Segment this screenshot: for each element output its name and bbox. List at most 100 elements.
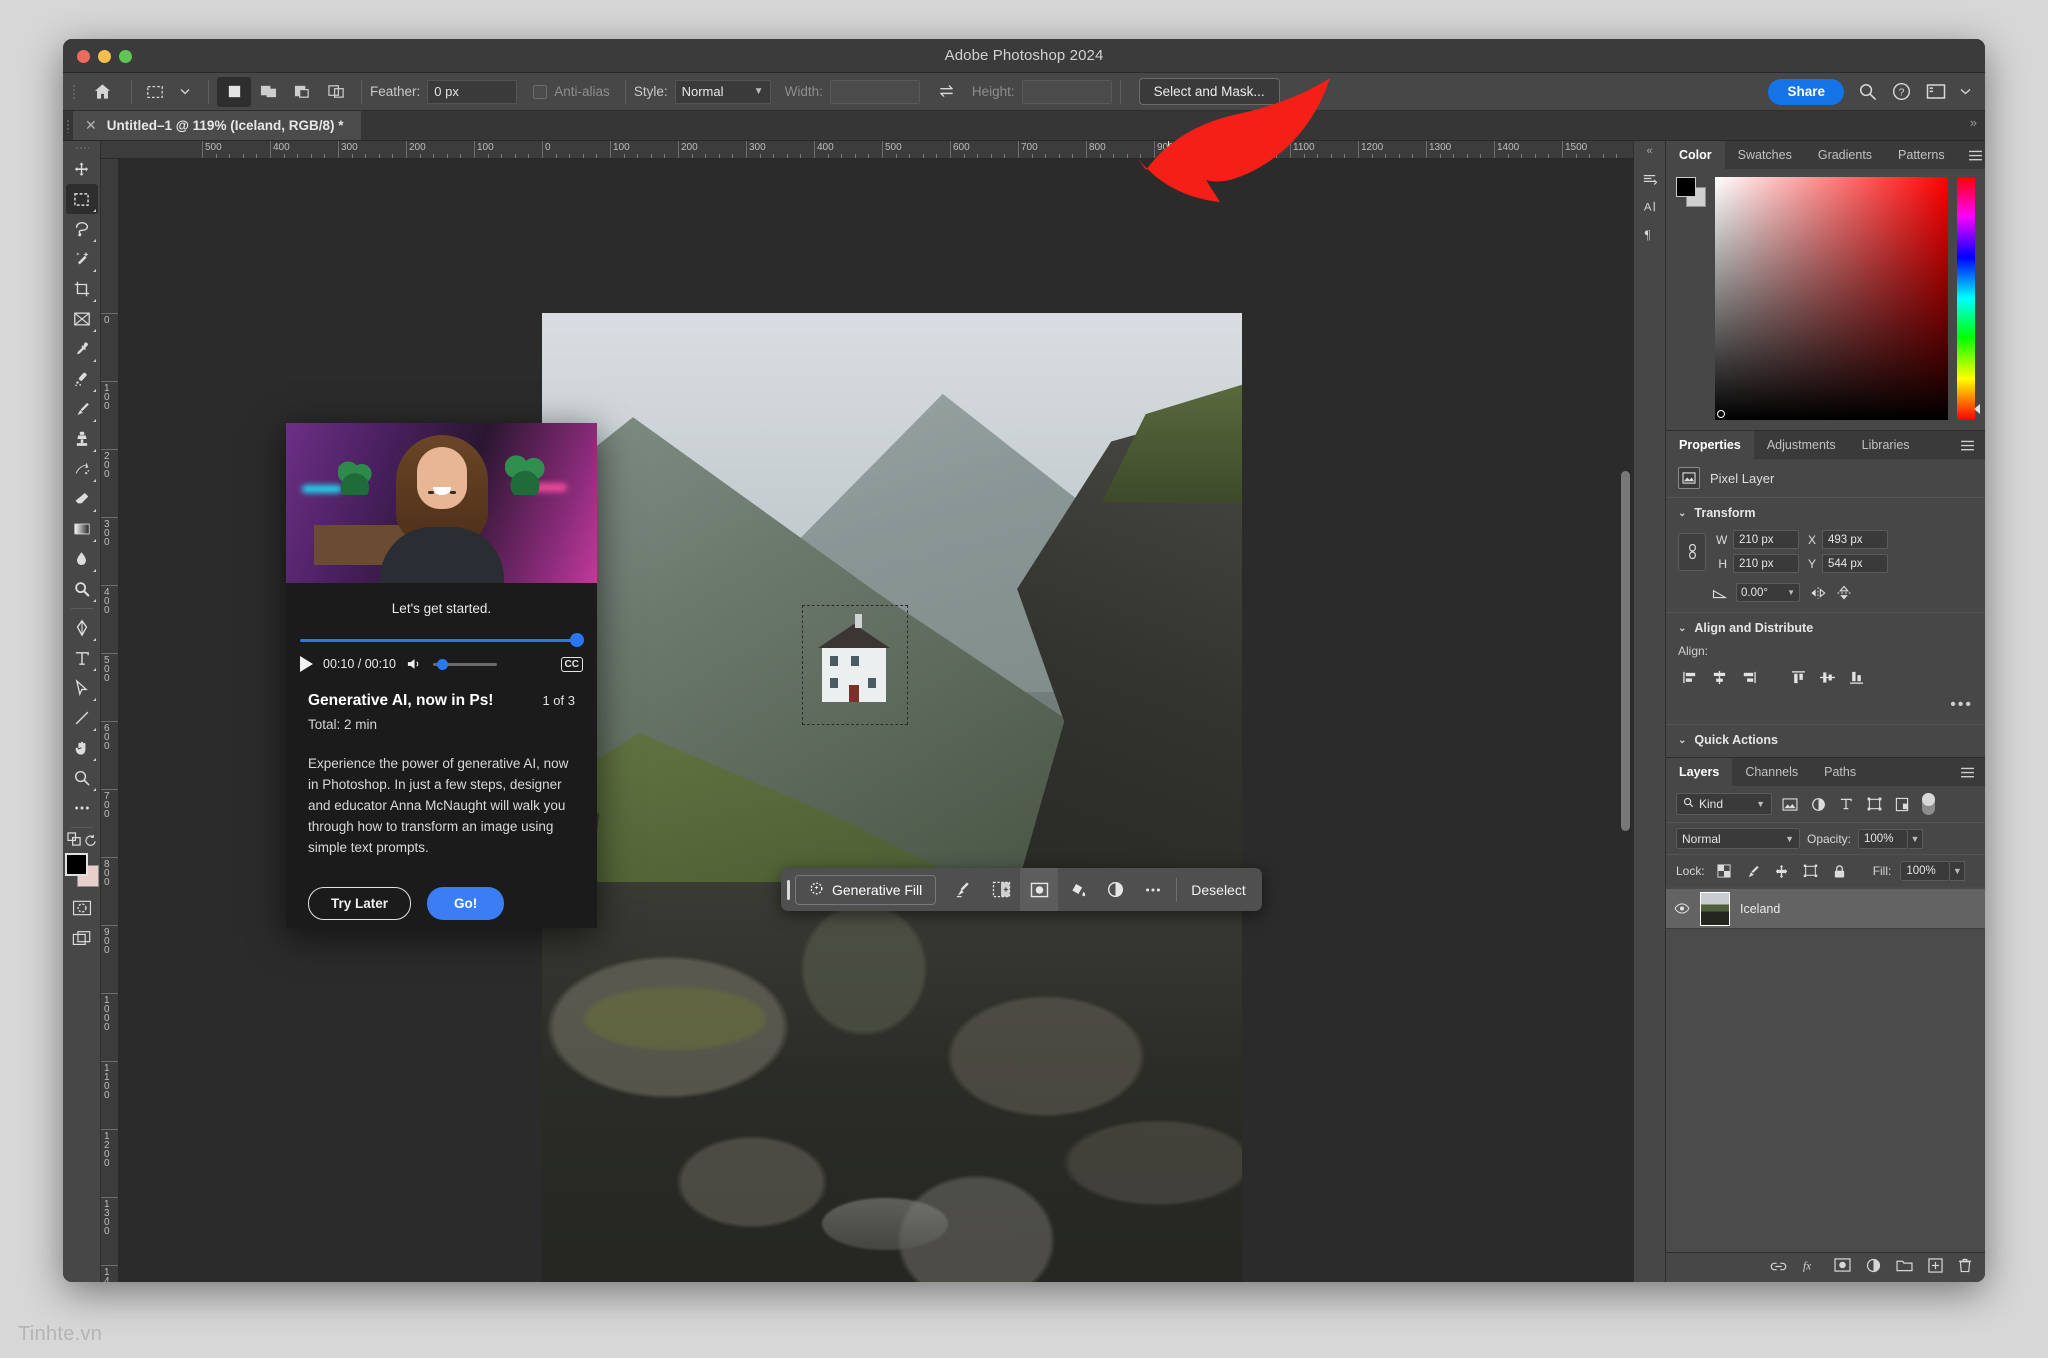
swap-dimensions-icon[interactable] bbox=[932, 77, 962, 107]
object-selection-tool[interactable] bbox=[66, 244, 98, 274]
anti-alias-checkbox[interactable] bbox=[533, 84, 548, 99]
align-section-header[interactable]: ⌄ Align and Distribute bbox=[1678, 621, 1973, 635]
filter-type-icon[interactable] bbox=[1836, 797, 1856, 811]
new-group-icon[interactable] bbox=[1896, 1258, 1913, 1277]
lock-transparent-pixels-icon[interactable] bbox=[1714, 864, 1734, 878]
zoom-tool[interactable] bbox=[66, 763, 98, 793]
add-mask-icon[interactable] bbox=[1834, 1258, 1851, 1277]
invert-selection-icon[interactable] bbox=[982, 868, 1020, 911]
panel-menu-icon[interactable] bbox=[1950, 431, 1985, 459]
tools-panel-grip[interactable] bbox=[63, 144, 100, 154]
filter-adjustment-icon[interactable] bbox=[1808, 797, 1828, 812]
table-row[interactable]: Iceland bbox=[1666, 889, 1985, 929]
foreground-color-swatch[interactable] bbox=[64, 853, 88, 876]
brush-tool[interactable] bbox=[66, 394, 98, 424]
fill-selection-bucket-icon[interactable] bbox=[1058, 868, 1096, 911]
filter-pixel-icon[interactable] bbox=[1780, 797, 1800, 811]
layer-name[interactable]: Iceland bbox=[1740, 902, 1780, 916]
gradient-tool[interactable] bbox=[66, 514, 98, 544]
height-field[interactable]: 210 px bbox=[1733, 554, 1799, 573]
new-layer-icon[interactable] bbox=[1928, 1257, 1943, 1278]
blur-tool[interactable] bbox=[66, 544, 98, 574]
dodge-tool[interactable] bbox=[66, 574, 98, 604]
add-mask-icon[interactable] bbox=[1020, 868, 1059, 911]
adjustment-layer-icon[interactable] bbox=[1096, 868, 1134, 911]
color-panel-foreground-swatch[interactable] bbox=[1676, 177, 1696, 197]
tool-preset-picker[interactable] bbox=[140, 77, 170, 107]
play-icon[interactable] bbox=[300, 656, 313, 672]
home-icon[interactable] bbox=[81, 77, 123, 107]
align-bottom-edges-icon[interactable] bbox=[1844, 666, 1868, 688]
go-button[interactable]: Go! bbox=[427, 886, 505, 920]
x-field[interactable]: 493 px bbox=[1822, 530, 1888, 549]
feather-input[interactable]: 0 px bbox=[427, 79, 518, 104]
flip-horizontal-icon[interactable] bbox=[1809, 586, 1827, 600]
color-field[interactable] bbox=[1715, 177, 1948, 420]
lock-image-pixels-icon[interactable] bbox=[1743, 864, 1763, 879]
character-panel-icon[interactable]: A bbox=[1637, 193, 1663, 219]
help-icon[interactable]: ? bbox=[1891, 81, 1912, 102]
align-top-edges-icon[interactable] bbox=[1786, 666, 1810, 688]
style-select[interactable]: Normal ▼ bbox=[674, 79, 771, 104]
link-layers-icon[interactable] bbox=[1770, 1259, 1787, 1277]
search-icon[interactable] bbox=[1858, 82, 1877, 101]
history-panel-icon[interactable] bbox=[1637, 165, 1663, 191]
document-tab[interactable]: ✕ Untitled–1 @ 119% (Iceland, RGB/8) * bbox=[73, 111, 362, 140]
task-bar-grip[interactable] bbox=[781, 868, 795, 911]
opacity-chevron-down-icon[interactable]: ▼ bbox=[1908, 828, 1924, 849]
volume-slider[interactable] bbox=[432, 658, 497, 670]
path-selection-tool[interactable] bbox=[66, 673, 98, 703]
move-tool[interactable] bbox=[66, 154, 98, 184]
lock-artboard-nesting-icon[interactable] bbox=[1801, 864, 1821, 878]
try-later-button[interactable]: Try Later bbox=[308, 886, 412, 920]
layer-style-icon[interactable]: fx bbox=[1802, 1258, 1819, 1278]
tab-libraries[interactable]: Libraries bbox=[1849, 431, 1923, 459]
type-tool[interactable] bbox=[66, 643, 98, 673]
share-button[interactable]: Share bbox=[1768, 78, 1844, 105]
width-input[interactable] bbox=[829, 79, 920, 104]
align-vertical-centers-icon[interactable] bbox=[1815, 666, 1839, 688]
adjustment-layer-icon[interactable] bbox=[1866, 1258, 1881, 1278]
filter-smart-object-icon[interactable] bbox=[1892, 797, 1912, 812]
swap-colors-icon[interactable] bbox=[66, 832, 82, 851]
filter-enable-toggle[interactable] bbox=[1922, 793, 1935, 815]
paragraph-panel-icon[interactable]: ¶ bbox=[1637, 221, 1663, 247]
selection-marquee[interactable] bbox=[802, 605, 908, 725]
color-field-cursor[interactable] bbox=[1717, 410, 1725, 418]
height-input[interactable] bbox=[1021, 79, 1112, 104]
pen-tool[interactable] bbox=[66, 613, 98, 643]
select-and-mask-button[interactable]: Select and Mask... bbox=[1138, 78, 1280, 105]
eraser-tool[interactable] bbox=[66, 484, 98, 514]
tab-paths[interactable]: Paths bbox=[1811, 758, 1869, 786]
y-field[interactable]: 544 px bbox=[1822, 554, 1888, 573]
select-subject-icon[interactable] bbox=[944, 868, 982, 911]
align-left-edges-icon[interactable] bbox=[1678, 666, 1702, 688]
blend-mode-select[interactable]: Normal ▼ bbox=[1676, 828, 1800, 849]
panel-menu-icon[interactable] bbox=[1958, 141, 1985, 169]
delete-layer-icon[interactable] bbox=[1958, 1258, 1972, 1278]
deselect-button[interactable]: Deselect bbox=[1181, 882, 1261, 898]
crop-tool[interactable] bbox=[66, 274, 98, 304]
close-icon[interactable]: ✕ bbox=[85, 117, 97, 134]
tutorial-video[interactable] bbox=[286, 423, 597, 583]
collapse-panels-double-chevron-icon[interactable]: « bbox=[1646, 145, 1652, 157]
video-progress-bar[interactable] bbox=[300, 633, 584, 647]
tab-strip-grip[interactable] bbox=[63, 111, 73, 140]
tab-adjustments[interactable]: Adjustments bbox=[1754, 431, 1849, 459]
new-selection-button[interactable] bbox=[217, 76, 251, 107]
align-horizontal-centers-icon[interactable] bbox=[1707, 666, 1731, 688]
more-options-dots-icon[interactable] bbox=[1134, 868, 1172, 911]
volume-knob[interactable] bbox=[436, 658, 448, 670]
align-right-edges-icon[interactable] bbox=[1736, 666, 1760, 688]
tab-layers[interactable]: Layers bbox=[1666, 758, 1733, 786]
tab-color[interactable]: Color bbox=[1666, 141, 1725, 169]
edit-toolbar-dots-icon[interactable] bbox=[66, 793, 98, 823]
horizontal-ruler[interactable]: 500 400 300 200 100 0 100 200 300 400 500 600 700 800… bbox=[101, 141, 1633, 159]
tab-patterns[interactable]: Patterns bbox=[1885, 141, 1958, 169]
lock-all-icon[interactable] bbox=[1830, 864, 1850, 879]
eyedropper-tool[interactable] bbox=[66, 334, 98, 364]
subtract-from-selection-button[interactable] bbox=[285, 77, 319, 107]
screen-mode-icon[interactable] bbox=[66, 923, 98, 953]
volume-icon[interactable] bbox=[406, 657, 423, 671]
flip-vertical-icon[interactable] bbox=[1836, 585, 1852, 601]
